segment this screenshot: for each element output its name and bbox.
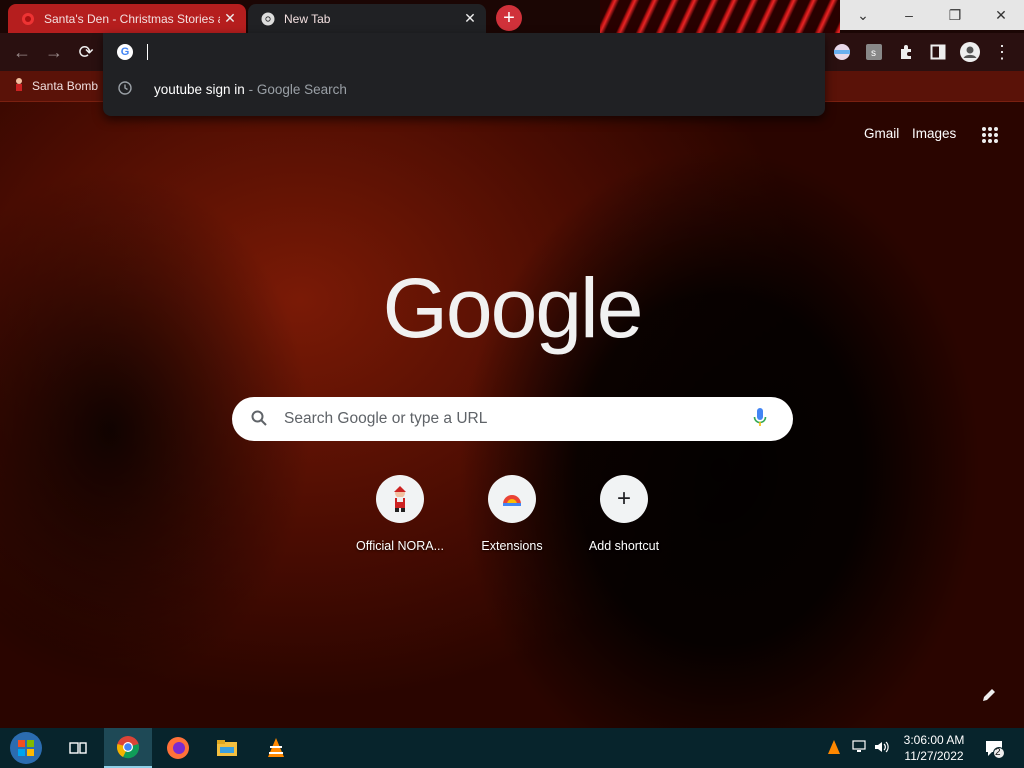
images-link[interactable]: Images [912,126,956,141]
clock-time: 3:06:00 AM [903,733,965,747]
volume-icon[interactable] [874,740,890,756]
tab-title: New Tab [284,11,331,26]
gmail-link[interactable]: Gmail [864,126,899,141]
network-icon[interactable] [851,740,867,756]
close-tab-icon[interactable]: ✕ [220,9,240,29]
tab-new-tab[interactable]: New Tab ✕ [248,4,486,33]
vlc-tray-icon[interactable] [827,740,843,756]
chrome-menu-icon[interactable]: ⋮ [993,42,1011,62]
system-clock[interactable]: 3:06:00 AM 11/27/2022 [898,732,970,764]
voice-search-icon[interactable] [753,407,773,431]
bookmark-santa-bomb[interactable]: Santa Bomb [14,77,98,94]
bookmark-label: Santa Bomb [32,78,99,93]
google-logo: Google [382,260,644,355]
suggestion-suffix: - Google Search [244,81,347,97]
omnibox-suggestion[interactable]: youtube sign in - Google Search [103,73,825,105]
google-apps-icon[interactable] [981,126,999,144]
new-tab-button[interactable]: + [496,5,522,31]
clock-date: 11/27/2022 [904,749,964,763]
suggestion-query: youtube sign in [154,81,245,97]
customize-pencil-icon[interactable] [982,688,1000,706]
start-button[interactable] [3,728,49,768]
restore-button[interactable]: ❐ [932,0,978,30]
chrome-favicon-icon [260,11,276,27]
text-caret [147,44,148,60]
tab-search-button[interactable]: ⌄ [840,0,886,30]
extensions-puzzle-icon[interactable] [897,43,915,61]
file-explorer-icon[interactable] [203,728,251,768]
omnibox-dropdown: G youtube sign in - Google Search [103,33,825,116]
plus-icon: + [600,475,648,523]
shortcut-label: Official NORA... [356,539,444,553]
shortcut-official-nora[interactable]: Official NORA... [344,475,456,553]
ntp-search-box[interactable]: Search Google or type a URL [232,397,793,441]
minimize-button[interactable]: – [886,0,932,30]
search-placeholder: Search Google or type a URL [284,410,488,427]
notification-count: 2 [995,747,1001,758]
shortcut-label: Add shortcut [588,539,660,553]
shortcut-add[interactable]: + Add shortcut [568,475,680,553]
reload-button[interactable]: ⟳ [74,40,98,64]
address-bar[interactable]: G [117,42,807,62]
side-panel-icon[interactable] [929,43,947,61]
windows-taskbar [0,728,1024,768]
svg-text:s: s [871,48,876,59]
forward-button[interactable]: → [42,40,66,64]
tab-title: Santa's Den - Christmas Stories a [44,11,220,26]
firefox-taskbar-icon[interactable] [154,728,202,768]
s-extension-icon[interactable]: s [865,43,883,61]
action-center-icon[interactable]: 2 [984,738,1006,760]
santa-favicon-icon [20,11,36,27]
back-button[interactable]: ← [10,40,34,64]
theme-artwork [600,0,840,33]
close-tab-icon[interactable]: ✕ [460,9,480,29]
close-window-button[interactable]: ✕ [978,0,1024,30]
task-view-icon[interactable] [54,728,102,768]
profile-extension-icon[interactable] [833,43,851,61]
santa-icon [376,475,424,523]
google-g-icon: G [117,44,133,60]
santa-bookmark-icon [14,77,24,94]
history-clock-icon [118,81,134,97]
vlc-taskbar-icon[interactable] [252,728,300,768]
tab-santas-den[interactable]: Santa's Den - Christmas Stories a ✕ [8,4,246,33]
search-icon [250,409,270,429]
chrome-web-store-icon [488,475,536,523]
chrome-taskbar-icon[interactable] [104,728,152,768]
profile-avatar-icon[interactable] [960,42,980,62]
tab-strip: Santa's Den - Christmas Stories a ✕ New … [0,0,1024,33]
shortcut-extensions[interactable]: Extensions [456,475,568,553]
shortcut-label: Extensions [481,539,543,553]
